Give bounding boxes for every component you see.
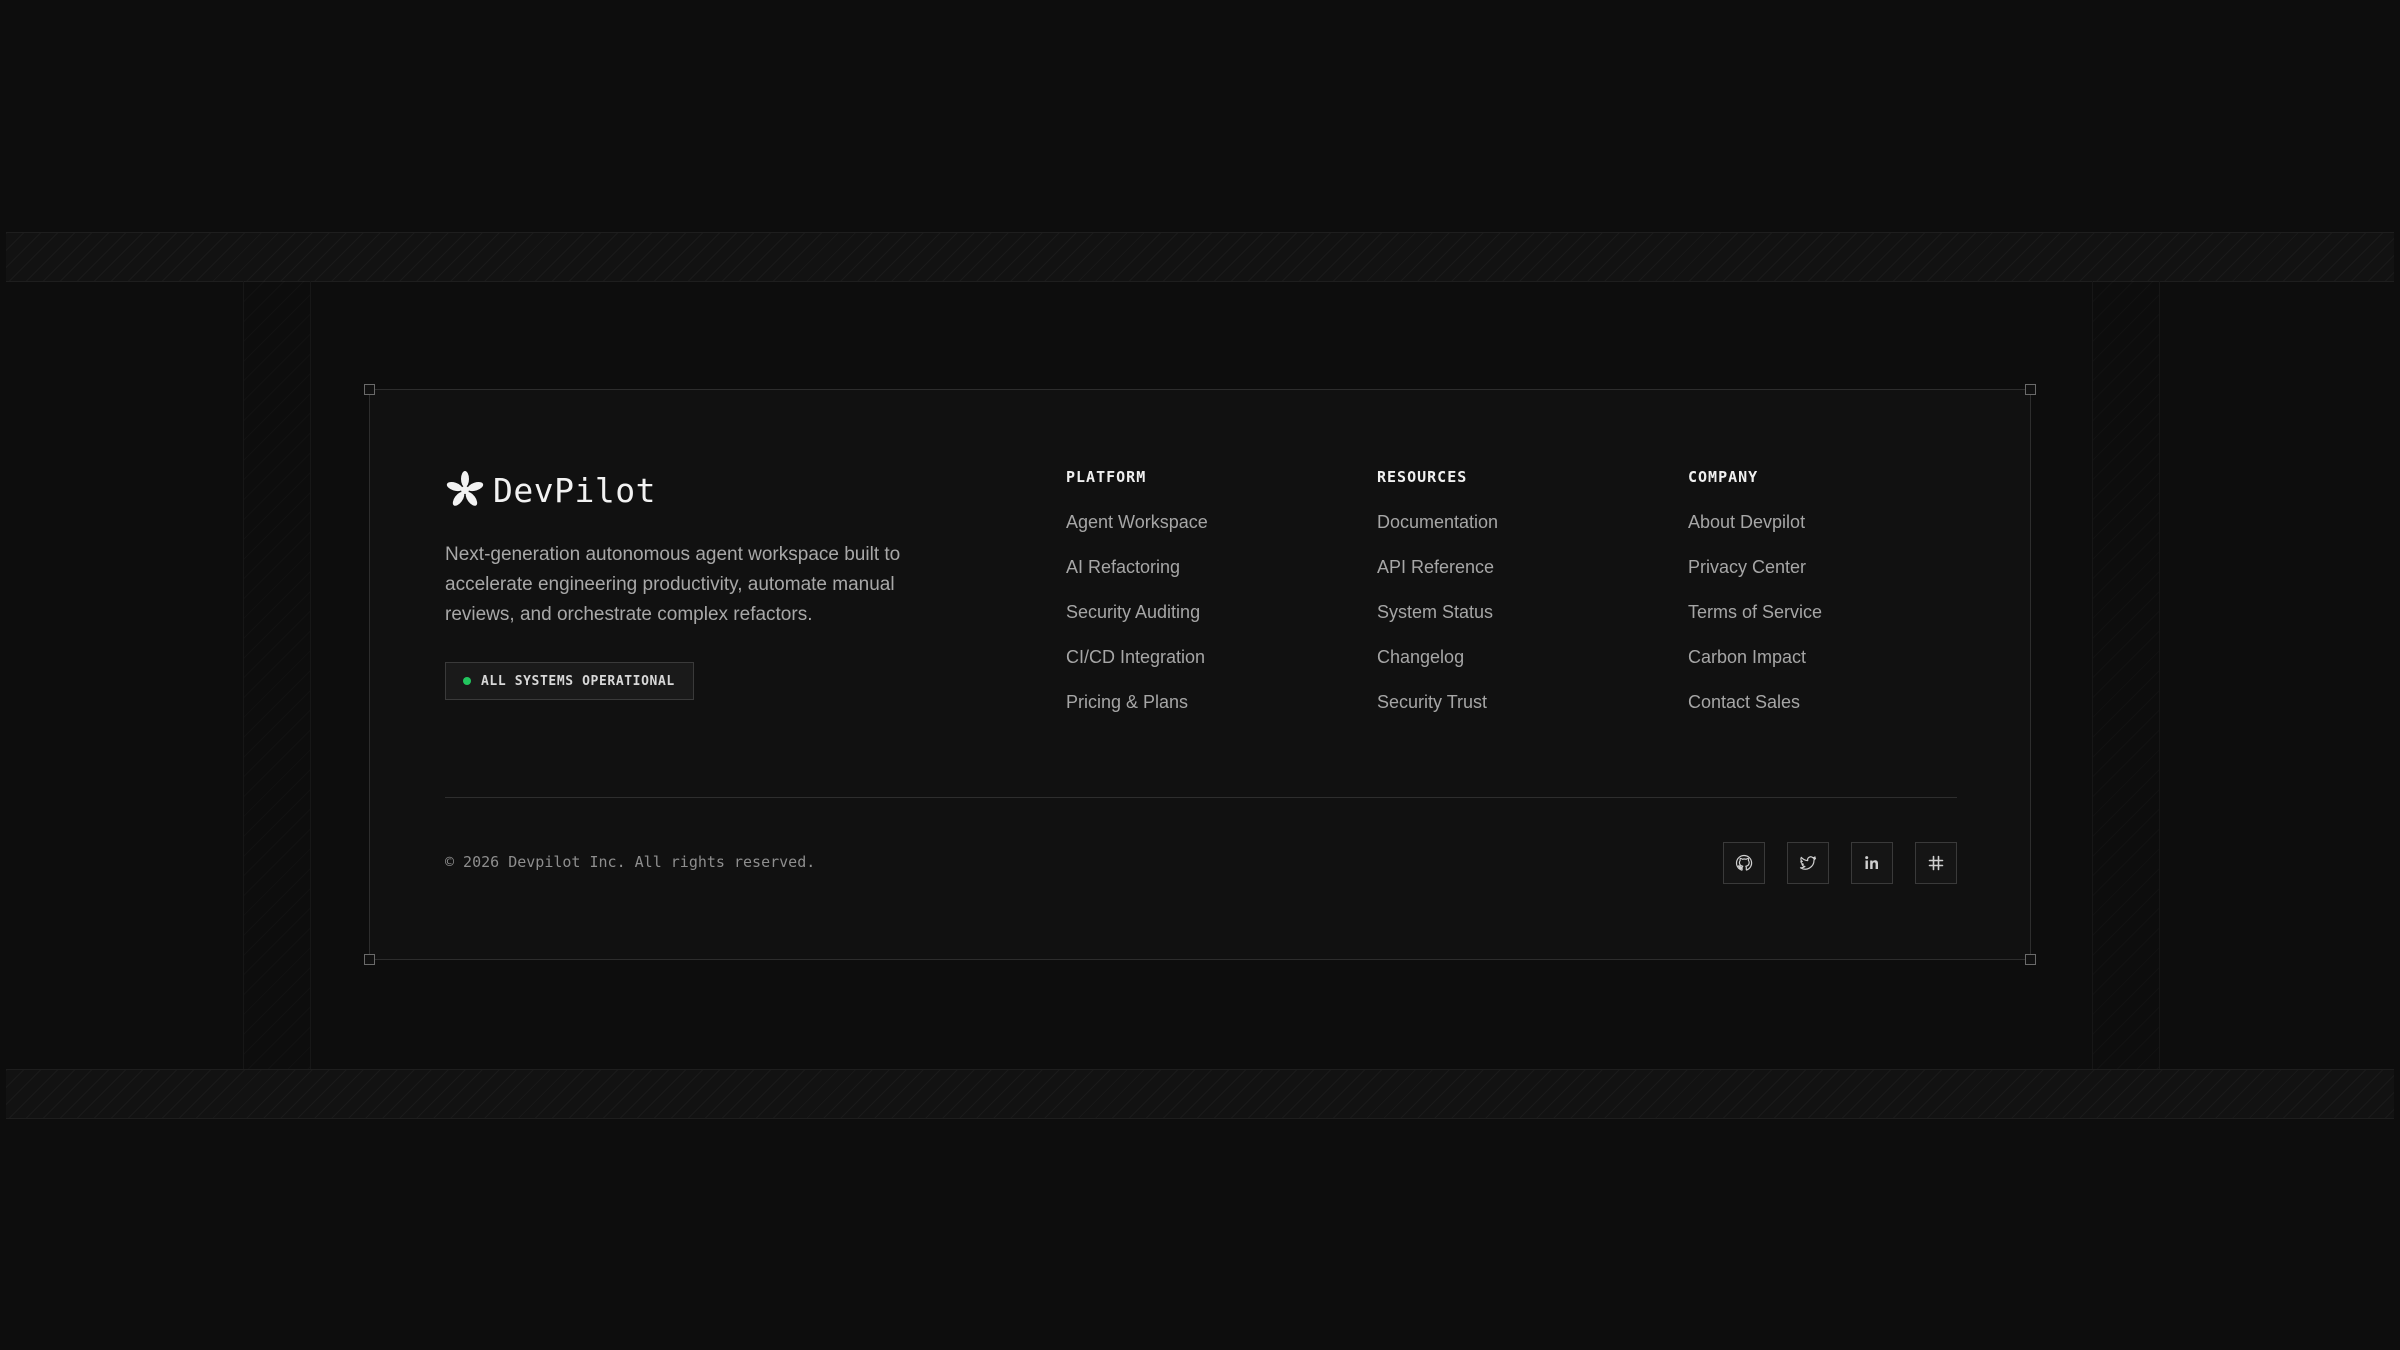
footer-column-resources: RESOURCES Documentation API Reference Sy…: [1377, 468, 1498, 736]
footer-link-changelog[interactable]: Changelog: [1377, 646, 1498, 668]
footer-link-contact-sales[interactable]: Contact Sales: [1688, 691, 1822, 713]
brand-tagline: Next-generation autonomous agent workspa…: [445, 544, 901, 625]
brand-name: DevPilot: [493, 470, 656, 510]
footer-link-about[interactable]: About Devpilot: [1688, 511, 1822, 533]
decorative-band-bottom: [6, 1069, 2394, 1119]
corner-marker: [364, 384, 375, 395]
status-label: ALL SYSTEMS OPERATIONAL: [481, 673, 675, 689]
decorative-column-left: [243, 281, 311, 1069]
footer-link-terms-of-service[interactable]: Terms of Service: [1688, 601, 1822, 623]
slack-button[interactable]: [1915, 842, 1957, 884]
footer-link-carbon-impact[interactable]: Carbon Impact: [1688, 646, 1822, 668]
linkedin-button[interactable]: [1851, 842, 1893, 884]
column-heading-platform: PLATFORM: [1066, 468, 1147, 486]
footer-link-cicd-integration[interactable]: CI/CD Integration: [1066, 646, 1208, 668]
copyright-text: © 2026 Devpilot Inc. All rights reserved…: [445, 853, 816, 871]
column-heading-company: COMPANY: [1688, 468, 1759, 486]
github-icon: [1735, 854, 1753, 871]
footer-link-security-trust[interactable]: Security Trust: [1377, 691, 1498, 713]
brand-logo-link[interactable]: DevPilot: [445, 470, 656, 510]
footer-divider: [445, 797, 1957, 798]
corner-marker: [364, 954, 375, 965]
footer-link-documentation[interactable]: Documentation: [1377, 511, 1498, 533]
footer-link-ai-refactoring[interactable]: AI Refactoring: [1066, 556, 1208, 578]
footer-column-company: COMPANY About Devpilot Privacy Center Te…: [1688, 468, 1822, 736]
footer-link-pricing-plans[interactable]: Pricing & Plans: [1066, 691, 1208, 713]
linkedin-icon: [1865, 856, 1878, 869]
slack-icon: [1928, 855, 1944, 871]
site-footer: DevPilot Next-generation autonomous agen…: [364, 384, 2036, 965]
corner-marker: [2025, 384, 2036, 395]
social-links: [1723, 842, 1957, 884]
column-heading-resources: RESOURCES: [1377, 468, 1468, 486]
starburst-logo-icon: [446, 471, 484, 506]
corner-marker: [2025, 954, 2036, 965]
decorative-column-right: [2092, 281, 2160, 1069]
twitter-icon: [1799, 856, 1817, 870]
footer-link-system-status[interactable]: System Status: [1377, 601, 1498, 623]
footer-link-agent-workspace[interactable]: Agent Workspace: [1066, 511, 1208, 533]
footer-column-platform: PLATFORM Agent Workspace AI Refactoring …: [1066, 468, 1208, 736]
status-badge[interactable]: ALL SYSTEMS OPERATIONAL: [445, 662, 694, 700]
footer-link-api-reference[interactable]: API Reference: [1377, 556, 1498, 578]
decorative-band-top: [6, 232, 2394, 282]
twitter-button[interactable]: [1787, 842, 1829, 884]
footer-link-privacy-center[interactable]: Privacy Center: [1688, 556, 1822, 578]
status-indicator-dot: [463, 677, 471, 685]
github-button[interactable]: [1723, 842, 1765, 884]
footer-link-security-auditing[interactable]: Security Auditing: [1066, 601, 1208, 623]
